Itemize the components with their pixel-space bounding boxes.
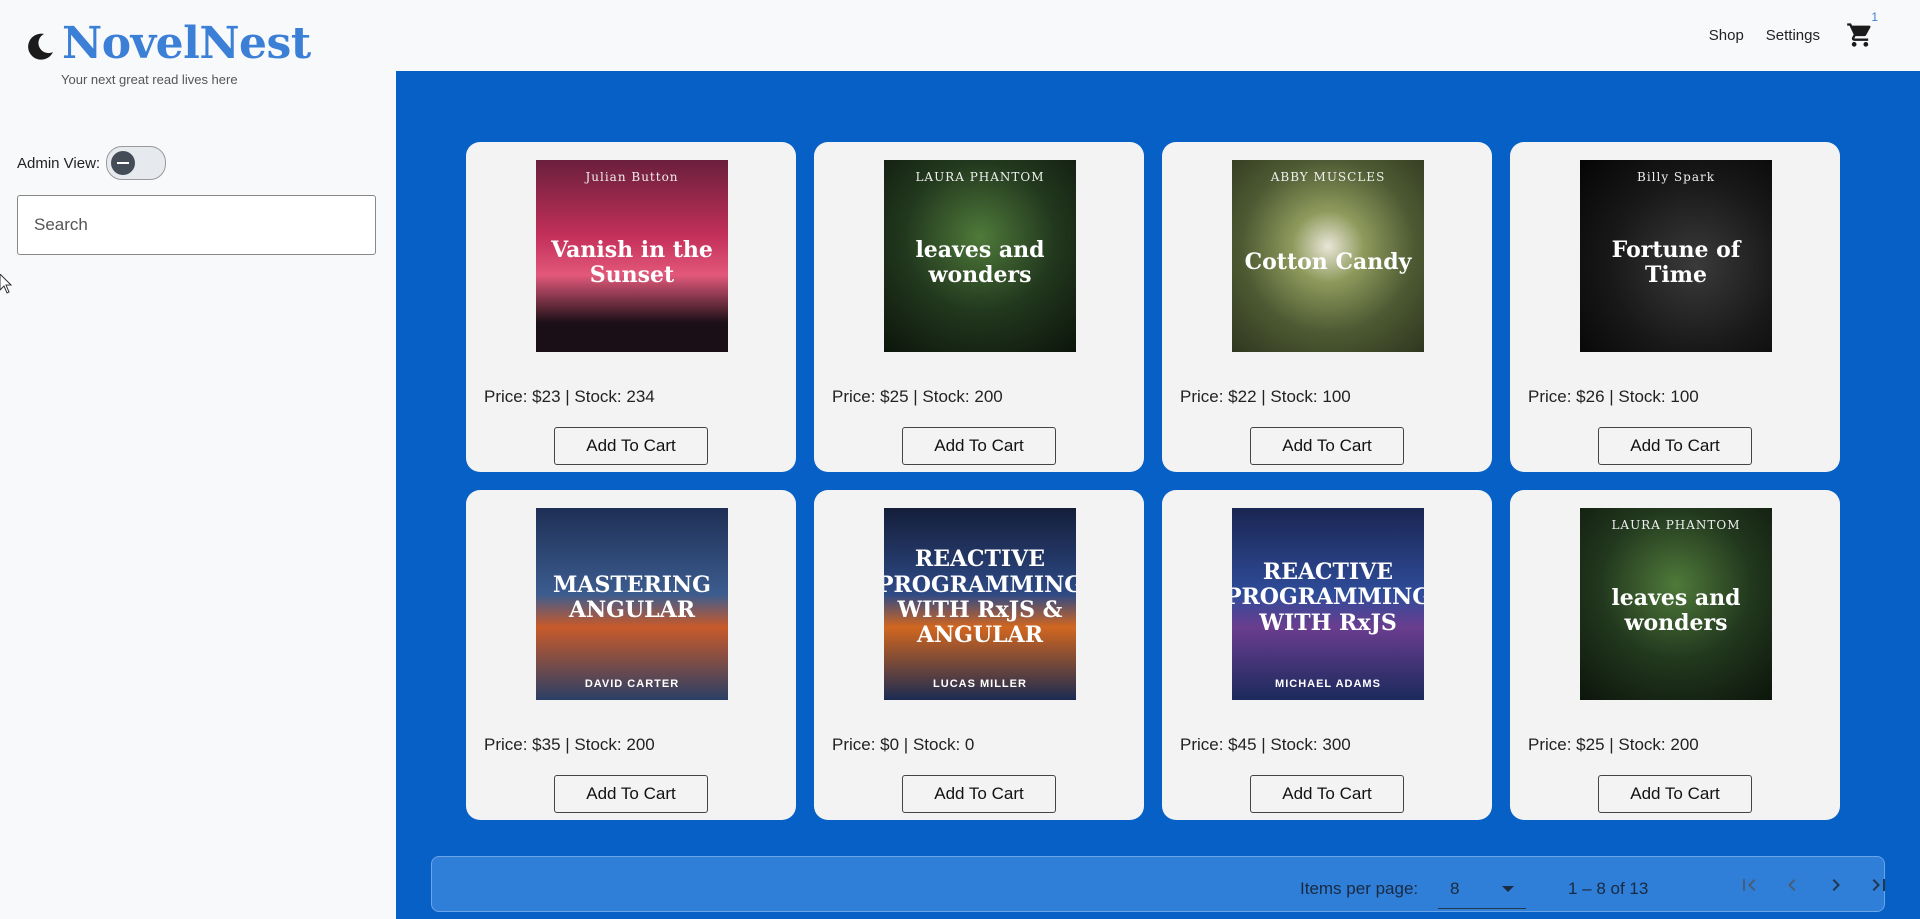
toggle-minus-icon	[111, 151, 136, 175]
cover-title: REACTIVE PROGRAMMING WITH RxJS	[1232, 559, 1424, 636]
price-stock: Price: $26 | Stock: 100	[1528, 387, 1699, 406]
admin-view-toggle[interactable]	[106, 146, 167, 180]
add-to-cart-button[interactable]: Add To Cart	[1250, 427, 1404, 465]
search-input[interactable]	[17, 195, 376, 255]
add-to-cart-button[interactable]: Add To Cart	[1598, 775, 1752, 813]
cover-author: ABBY MUSCLES	[1270, 170, 1386, 184]
cover-author-bottom: MICHAEL ADAMS	[1275, 677, 1381, 690]
cover-author-bottom: LUCAS MILLER	[933, 678, 1027, 690]
cover-title: MASTERING ANGULAR	[553, 571, 711, 623]
previous-page-icon[interactable]	[1780, 873, 1804, 897]
cover-title: Fortune of Time	[1611, 236, 1741, 288]
product-card: Julian Button Vanish in the Sunset Price: …	[466, 142, 796, 472]
add-to-cart-button[interactable]: Add To Cart	[1598, 427, 1752, 465]
page-size-select[interactable]: 8	[1438, 867, 1526, 909]
book-cover[interactable]: LAURA PHANTOM leaves and wonders	[1580, 508, 1772, 700]
dropdown-arrow-icon	[1502, 886, 1514, 892]
shopping-cart-icon	[1847, 23, 1871, 47]
book-cover[interactable]: REACTIVE PROGRAMMING WITH RxJS & ANGULAR…	[884, 508, 1076, 700]
cover-author-bottom: DAVID CARTER	[584, 678, 680, 690]
mouse-cursor-icon	[0, 274, 12, 294]
product-card: MASTERING ANGULAR DAVID CARTER Price: $35 …	[466, 490, 796, 820]
price-stock: Price: $25 | Stock: 200	[832, 387, 1003, 406]
book-cover[interactable]: LAURA PHANTOM leaves and wonders	[884, 160, 1076, 352]
product-card: LAURA PHANTOM leaves and wonders Price: $2…	[814, 142, 1144, 472]
admin-view-label: Admin View:	[17, 154, 101, 172]
last-page-icon[interactable]	[1867, 873, 1891, 897]
product-card: ABBY MUSCLES Cotton Candy Price: $22 | Sto…	[1162, 142, 1492, 472]
book-cover[interactable]: REACTIVE PROGRAMMING WITH RxJS MICHAEL AD…	[1232, 508, 1424, 700]
price-stock: Price: $23 | Stock: 234	[484, 387, 655, 406]
tagline: Your next great read lives here	[61, 72, 238, 87]
cover-title: leaves and wonders	[1611, 584, 1741, 636]
product-panel: Julian Button Vanish in the Sunset Price: …	[396, 71, 1920, 919]
nav-shop[interactable]: Shop	[1709, 27, 1744, 44]
page-size-value: 8	[1450, 879, 1460, 898]
add-to-cart-button[interactable]: Add To Cart	[554, 775, 708, 813]
next-page-icon[interactable]	[1824, 873, 1848, 897]
items-per-page-label: Items per page:	[1300, 879, 1419, 898]
price-stock: Price: $22 | Stock: 100	[1180, 387, 1351, 406]
top-nav: Shop Settings 1	[1709, 0, 1920, 70]
product-card: REACTIVE PROGRAMMING WITH RxJS & ANGULAR…	[814, 490, 1144, 820]
nav-settings[interactable]: Settings	[1766, 27, 1820, 44]
price-stock: Price: $35 | Stock: 200	[484, 735, 655, 754]
cover-author: Julian Button	[585, 170, 679, 184]
add-to-cart-button[interactable]: Add To Cart	[902, 427, 1056, 465]
add-to-cart-button[interactable]: Add To Cart	[554, 427, 708, 465]
cover-author: LAURA PHANTOM	[915, 170, 1045, 184]
cover-title: leaves and wonders	[915, 236, 1045, 288]
cover-title: REACTIVE PROGRAMMING WITH RxJS & ANGULAR	[884, 546, 1076, 649]
cart-button[interactable]: 1	[1846, 10, 1878, 49]
book-cover[interactable]: Billy Spark Fortune of Time	[1580, 160, 1772, 352]
product-grid: Julian Button Vanish in the Sunset Price: …	[466, 142, 1840, 820]
paginator: Items per page: 8 1 – 8 of 13	[431, 856, 1885, 912]
price-stock: Price: $0 | Stock: 0	[832, 735, 975, 754]
moon-icon	[28, 33, 53, 60]
admin-view-row: Admin View:	[17, 146, 167, 180]
product-card: Billy Spark Fortune of Time Price: $26 | S…	[1510, 142, 1840, 472]
book-cover[interactable]: Julian Button Vanish in the Sunset	[536, 160, 728, 352]
first-page-icon[interactable]	[1737, 873, 1761, 897]
product-card: LAURA PHANTOM leaves and wonders Price: $2…	[1510, 490, 1840, 820]
add-to-cart-button[interactable]: Add To Cart	[1250, 775, 1404, 813]
book-cover[interactable]: ABBY MUSCLES Cotton Candy	[1232, 160, 1424, 352]
logo[interactable]: NovelNest	[24, 22, 311, 66]
product-card: REACTIVE PROGRAMMING WITH RxJS MICHAEL AD…	[1162, 490, 1492, 820]
price-stock: Price: $25 | Stock: 200	[1528, 735, 1699, 754]
cover-author: Billy Spark	[1637, 170, 1715, 184]
cover-author: LAURA PHANTOM	[1611, 518, 1741, 532]
brand-name: NovelNest	[62, 18, 311, 69]
page-range-label: 1 – 8 of 13	[1568, 879, 1649, 898]
cover-title: Cotton Candy	[1244, 249, 1412, 276]
cover-title: Vanish in the Sunset	[551, 236, 713, 288]
book-cover[interactable]: MASTERING ANGULAR DAVID CARTER	[536, 508, 728, 700]
add-to-cart-button[interactable]: Add To Cart	[902, 775, 1056, 813]
cart-count-badge: 1	[1871, 10, 1878, 24]
price-stock: Price: $45 | Stock: 300	[1180, 735, 1351, 754]
